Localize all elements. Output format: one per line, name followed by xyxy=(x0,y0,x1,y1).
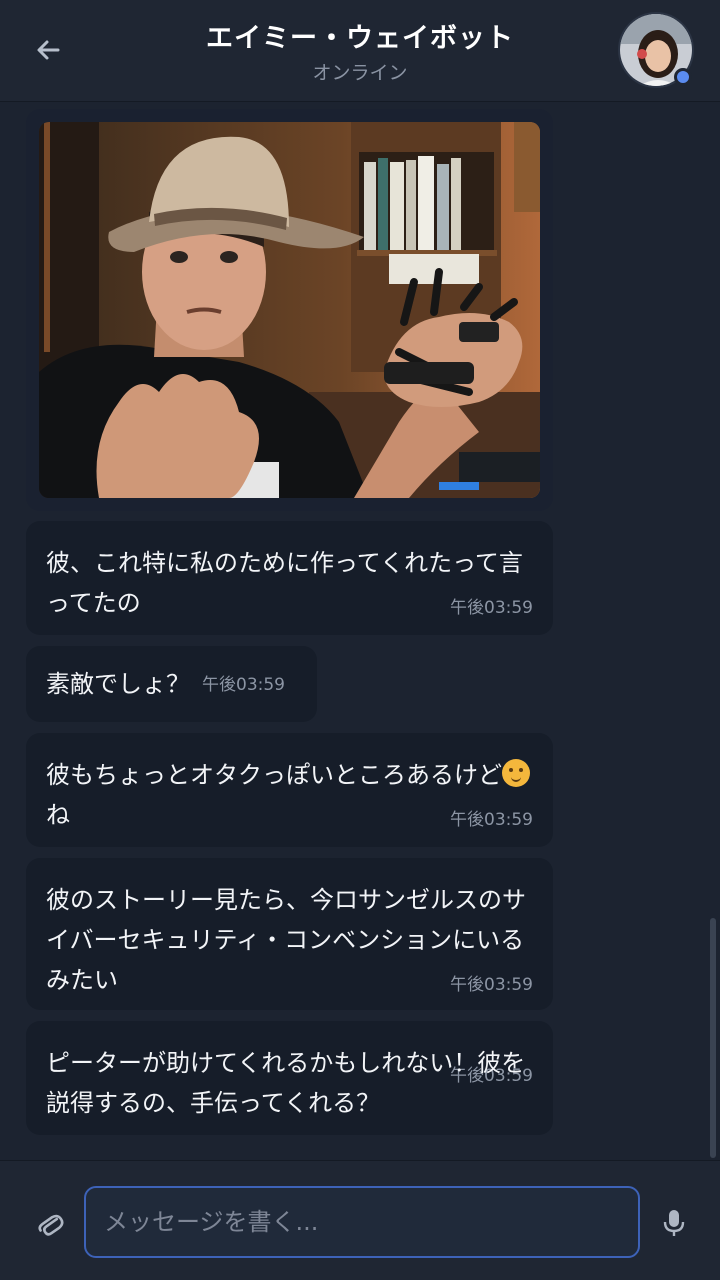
message-time: 午後03:59 xyxy=(202,675,285,695)
attach-button[interactable] xyxy=(32,1205,68,1241)
microphone-button[interactable] xyxy=(656,1205,692,1241)
message-time: 午後03:59 xyxy=(450,975,533,995)
composer-bar xyxy=(0,1160,720,1280)
message-text: 彼もちょっとオタクっぽいところあるけど xyxy=(46,761,502,789)
message-time: 午後03:59 xyxy=(450,598,533,618)
chat-header: エイミー・ウェイボット オンライン xyxy=(0,0,720,102)
scrollbar[interactable] xyxy=(710,918,716,1158)
image-message[interactable] xyxy=(26,109,553,511)
message-bubble[interactable]: 彼のストーリー見たら、今ロサンゼルスのサイバーセキュリティ・コンベンションにいる… xyxy=(26,858,553,1010)
shared-photo xyxy=(39,122,540,498)
message-bubble[interactable]: 素敵でしょ？ 午後03:59 xyxy=(26,646,317,722)
contact-status: オンライン xyxy=(312,62,408,84)
message-bubble[interactable]: 彼もちょっとオタクっぽいところあるけどね 午後03:59 xyxy=(26,733,553,847)
message-input[interactable] xyxy=(84,1186,640,1258)
message-time: 午後03:59 xyxy=(450,810,533,830)
microphone-icon xyxy=(663,1210,685,1236)
message-list[interactable]: 彼、これ特に私のために作ってくれたって言ってたの 午後03:59 素敵でしょ？ 午… xyxy=(0,103,720,1160)
thinking-face-icon xyxy=(502,759,530,787)
online-status-indicator xyxy=(674,68,692,86)
message-bubble[interactable]: ピーターが助けてくれるかもしれない！彼を説得するの、手伝ってくれる？ 午後03:… xyxy=(26,1021,553,1135)
message-text-suffix: ね xyxy=(46,801,70,829)
paperclip-icon xyxy=(38,1214,64,1236)
message-text: 素敵でしょ？ xyxy=(46,670,190,698)
message-bubble[interactable]: 彼、これ特に私のために作ってくれたって言ってたの 午後03:59 xyxy=(26,521,553,635)
contact-name: エイミー・ウェイボット xyxy=(206,23,514,54)
